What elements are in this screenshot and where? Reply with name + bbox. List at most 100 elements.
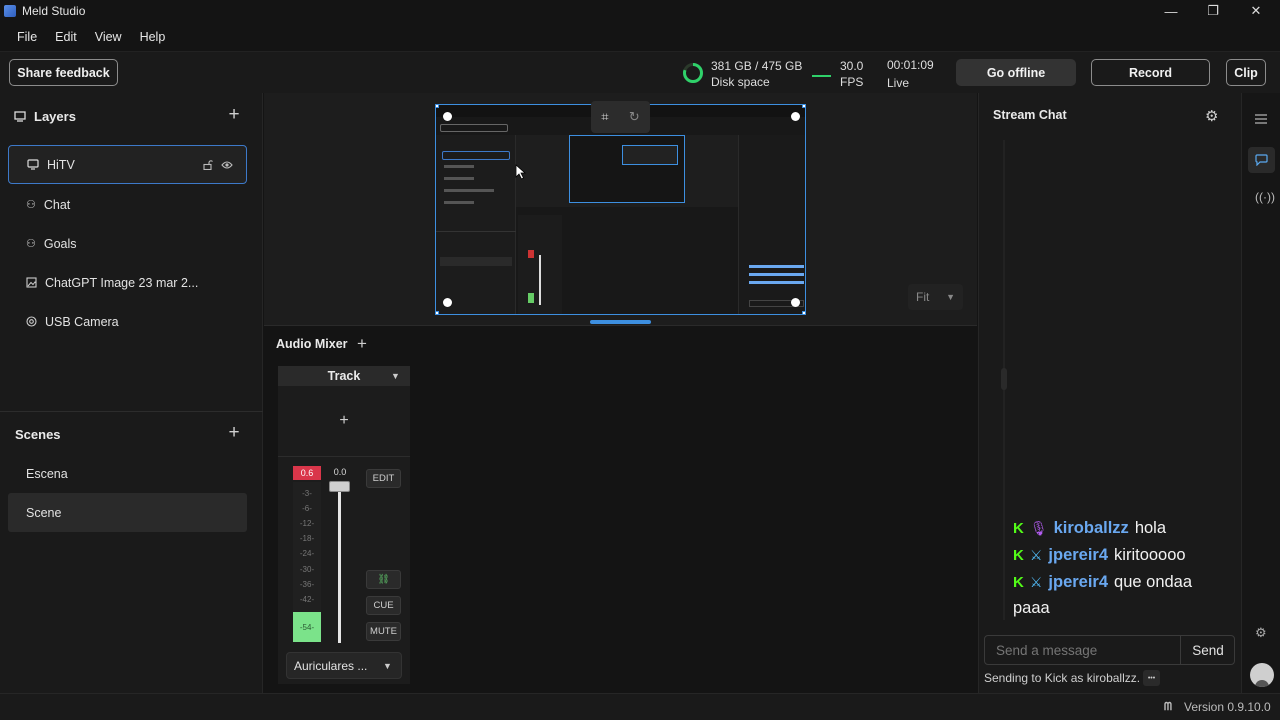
volume-fader-handle[interactable]	[329, 481, 350, 492]
chat-text: kiritooooo	[1114, 546, 1186, 564]
meter-tick: -30-	[299, 565, 315, 574]
properties-icon[interactable]	[1255, 114, 1267, 124]
layer-item-chatgpt-image[interactable]: ChatGPT Image 23 mar 2...	[8, 263, 247, 302]
cue-button[interactable]: CUE	[366, 596, 401, 615]
layer-item-hitv[interactable]: HiTV	[8, 145, 247, 184]
unlock-icon[interactable]	[203, 160, 213, 170]
menu-bar: File Edit View Help	[0, 22, 1280, 51]
layer-item-usb-camera[interactable]: USB Camera	[8, 302, 247, 341]
meter-tick: -18-	[299, 534, 315, 543]
layer-label: Goals	[43, 236, 77, 251]
preview-resize-handle[interactable]	[590, 320, 651, 324]
monitor-icon	[27, 159, 39, 170]
track-label: Track	[327, 369, 361, 383]
chat-text: hola	[1134, 519, 1167, 537]
layer-label: HiTV	[47, 157, 75, 172]
meter-tick: -12-	[299, 519, 315, 528]
chat-username[interactable]: jpereir4	[1048, 573, 1108, 592]
menu-file[interactable]: File	[8, 30, 46, 44]
audio-device-dropdown[interactable]: Auriculares ... ▼	[286, 652, 402, 679]
user-avatar-icon[interactable]	[1250, 663, 1274, 687]
layers-header: Layers	[14, 109, 76, 124]
chat-username[interactable]: kiroballzz	[1054, 519, 1129, 538]
chat-scrollbar-thumb[interactable]	[1001, 368, 1007, 390]
disk-space-stat: 381 GB / 475 GB Disk space	[711, 58, 802, 90]
audio-mixer-title: Audio Mixer	[276, 337, 348, 351]
chat-message-continuation: paaa	[1013, 599, 1050, 617]
fps-label: FPS	[840, 75, 864, 89]
add-scene-button[interactable]: +	[224, 422, 244, 443]
toolbar: Share feedback 381 GB / 475 GB Disk spac…	[0, 51, 1280, 93]
add-audio-track-button[interactable]: +	[352, 334, 372, 354]
scenes-title: Scenes	[15, 427, 61, 442]
app-logo-icon	[4, 5, 16, 17]
chat-tab-button[interactable]	[1248, 147, 1275, 173]
panel-divider	[0, 411, 263, 412]
add-layer-button[interactable]: +	[224, 104, 244, 125]
settings-gear-icon[interactable]: ⚙	[1255, 625, 1267, 641]
chat-settings-gear-icon[interactable]: ⚙	[1205, 107, 1218, 125]
status-bar: ᗰ Version 0.9.10.0	[0, 693, 1280, 720]
live-time-value: 00:01:09	[887, 58, 934, 72]
window-title: Meld Studio	[22, 4, 86, 18]
fps-indicator-line	[812, 75, 831, 77]
chat-text: que ondaa	[1114, 573, 1193, 591]
meter-tick: -24-	[299, 549, 315, 558]
stream-preview[interactable]	[435, 104, 806, 315]
send-button[interactable]: Send	[1181, 636, 1235, 664]
chevron-down-icon: ▼	[383, 660, 392, 671]
scene-item-scene[interactable]: Scene	[8, 493, 247, 532]
chat-message: K ⚔ jpereir4 kiritooooo	[1013, 546, 1186, 565]
chat-message: K 🎙 kiroballzz hola	[1013, 519, 1166, 538]
meter-tick: -3-	[302, 489, 312, 498]
sending-as-label: Sending to Kick as kiroballzz.	[984, 671, 1141, 685]
share-feedback-button[interactable]: Share feedback	[9, 59, 118, 86]
record-button[interactable]: Record	[1091, 59, 1210, 86]
disk-space-label: Disk space	[711, 75, 770, 89]
link-button[interactable]: ⛓	[366, 570, 401, 589]
scene-item-escena[interactable]: Escena	[8, 454, 247, 493]
live-timer: 00:01:09 Live	[887, 56, 934, 92]
eye-icon[interactable]	[221, 160, 233, 170]
chat-username[interactable]: jpereir4	[1048, 546, 1108, 565]
sword-icon: ⚔	[1029, 547, 1043, 563]
layer-label: ChatGPT Image 23 mar 2...	[45, 275, 199, 290]
track-dropdown[interactable]: Track ▼	[278, 366, 410, 386]
broadcast-icon[interactable]: ((·))	[1255, 190, 1275, 204]
fit-dropdown[interactable]: Fit ▼	[908, 284, 963, 310]
sword-icon: ⚔	[1029, 574, 1043, 590]
go-offline-button[interactable]: Go offline	[956, 59, 1076, 86]
minimize-button[interactable]: —	[1150, 0, 1192, 22]
crop-icon[interactable]: ⌗	[601, 109, 608, 125]
fader-value: 0.0	[333, 467, 347, 477]
add-source-button[interactable]: +	[334, 411, 354, 431]
transform-toolbar: ⌗ ↻	[591, 101, 650, 133]
close-button[interactable]: ✕	[1235, 0, 1277, 22]
menu-help[interactable]: Help	[131, 30, 175, 44]
edit-button[interactable]: EDIT	[366, 469, 401, 488]
volume-fader-track[interactable]	[338, 482, 341, 643]
menu-view[interactable]: View	[86, 30, 131, 44]
maximize-button[interactable]: ❐	[1192, 0, 1234, 22]
more-options-button[interactable]: •••	[1143, 670, 1160, 686]
meter-tick: -42-	[299, 595, 315, 604]
level-meter	[293, 482, 321, 612]
layer-label: USB Camera	[45, 314, 119, 329]
layer-label: Chat	[43, 197, 71, 212]
image-icon	[26, 277, 37, 288]
mute-button[interactable]: MUTE	[366, 622, 401, 641]
chat-message-input[interactable]	[985, 636, 1180, 664]
rotate-icon[interactable]: ↻	[629, 109, 640, 125]
meter-tick: -36-	[299, 580, 315, 589]
fps-value: 30.0	[840, 59, 864, 73]
kick-badge-icon: K	[1013, 520, 1024, 537]
widget-icon: ⚇	[26, 199, 36, 211]
layer-item-chat[interactable]: ⚇ Chat	[8, 185, 247, 224]
clip-button[interactable]: Clip	[1226, 59, 1266, 86]
mouse-cursor-icon	[515, 164, 527, 180]
layer-item-goals[interactable]: ⚇ Goals	[8, 224, 247, 263]
layers-icon	[14, 111, 26, 122]
meter-tick: -6-	[302, 504, 312, 513]
fit-label: Fit	[916, 290, 930, 304]
menu-edit[interactable]: Edit	[46, 30, 86, 44]
